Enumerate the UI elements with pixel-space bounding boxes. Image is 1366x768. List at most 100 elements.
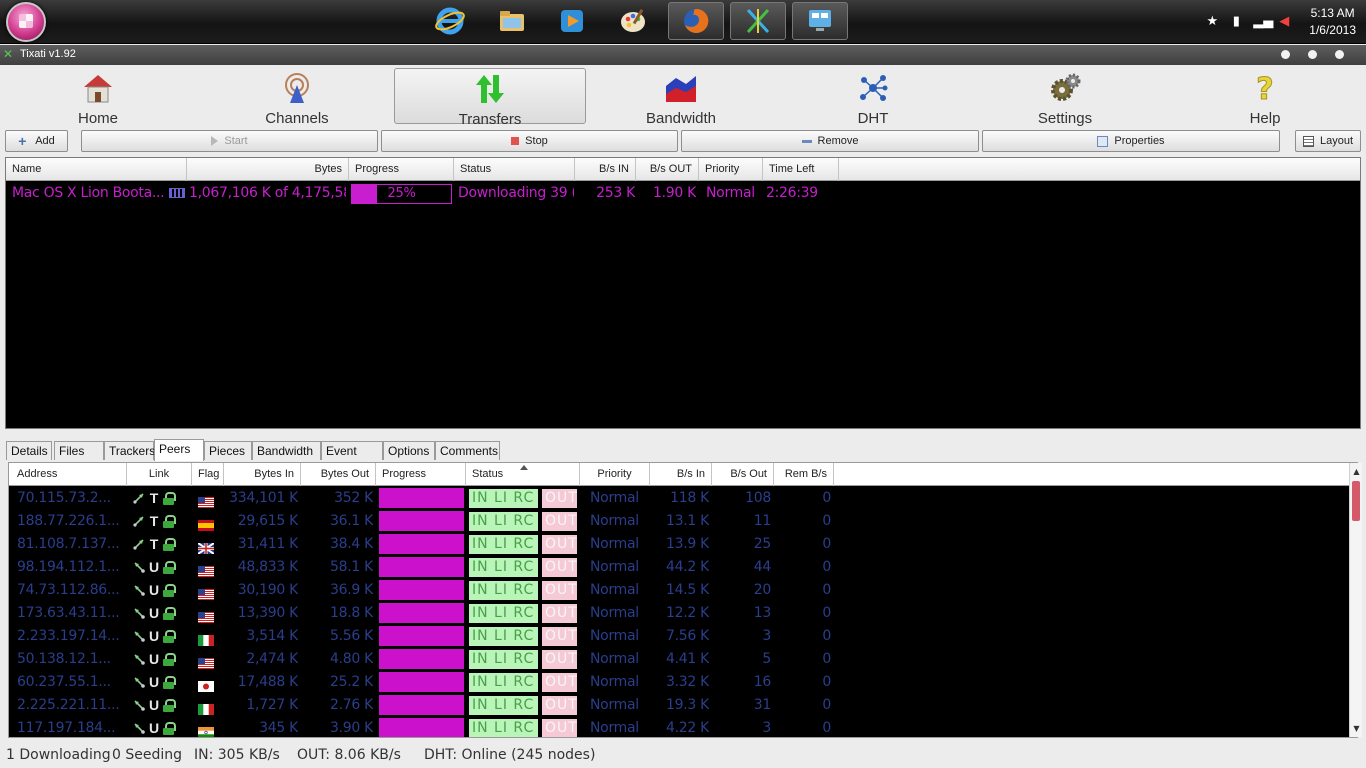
col-bytes[interactable]: Bytes <box>187 158 349 181</box>
peer-row[interactable]: 98.194.112.1... U 48,833 K 58.1 K IN LI … <box>9 556 1341 579</box>
col-progress[interactable]: Progress <box>376 463 466 486</box>
close-button[interactable] <box>1335 50 1344 59</box>
tab-details[interactable]: Details <box>6 441 52 460</box>
col-rem-bs[interactable]: Rem B/s <box>774 463 834 486</box>
scroll-thumb[interactable] <box>1352 481 1360 521</box>
media-player-taskbar-button[interactable] <box>544 2 600 40</box>
peer-progress-bar <box>379 603 464 623</box>
scroll-up-icon[interactable]: ▲ <box>1352 467 1361 476</box>
internet-explorer-taskbar-button[interactable] <box>422 2 478 40</box>
peer-row[interactable]: 188.77.226.1... T 29,615 K 36.1 K IN LI … <box>9 510 1341 533</box>
tixati-taskbar-button[interactable] <box>730 2 786 40</box>
peer-connection-type: U <box>149 697 160 713</box>
star-icon[interactable]: ★ <box>1205 15 1219 29</box>
peer-connection-type: U <box>149 582 160 598</box>
transfers-list[interactable]: Name Bytes Progress Status B/s IN B/s OU… <box>5 157 1361 429</box>
stop-button[interactable]: Stop <box>381 130 678 152</box>
incoming-link-icon <box>134 631 145 642</box>
transfer-bytes: 1,067,106 K of 4,175,58 <box>189 185 346 201</box>
encrypted-lock-icon <box>163 583 176 597</box>
peer-row[interactable]: 117.197.184... U 345 K 3.90 K IN LI RC O… <box>9 717 1341 737</box>
add-button[interactable]: + Add <box>5 130 68 152</box>
incoming-link-icon <box>134 608 145 619</box>
peer-rem-bs: 0 <box>822 628 831 644</box>
remove-button[interactable]: Remove <box>681 130 979 152</box>
col-bs-out[interactable]: B/s Out <box>712 463 774 486</box>
col-bs-in[interactable]: B/s IN <box>575 158 636 181</box>
peer-link: U <box>133 674 183 690</box>
peer-bs-out: 31 <box>753 697 771 713</box>
paint-taskbar-button[interactable] <box>606 2 662 40</box>
tab-files[interactable]: Files <box>54 441 104 460</box>
col-bytes-out[interactable]: Bytes Out <box>301 463 376 486</box>
firefox-taskbar-button[interactable] <box>668 2 724 40</box>
tab-pieces[interactable]: Pieces <box>204 441 252 460</box>
peer-row[interactable]: 2.233.197.14... U 3,514 K 5.56 K IN LI R… <box>9 625 1341 648</box>
peer-row[interactable]: 70.115.73.2... T 334,101 K 352 K IN LI R… <box>9 487 1341 510</box>
peer-status-out: OUT <box>542 696 577 715</box>
peer-connection-type: T <box>149 536 159 552</box>
tab-bandwidth[interactable]: Bandwidth <box>252 441 321 460</box>
toolbar-home[interactable]: Home <box>2 68 194 127</box>
col-priority[interactable]: Priority <box>699 158 763 181</box>
properties-button[interactable]: Properties <box>982 130 1280 152</box>
col-bs-out[interactable]: B/s OUT <box>636 158 699 181</box>
device-icon[interactable]: ▮ <box>1229 15 1243 29</box>
peers-scrollbar[interactable]: ▲ ▼ <box>1349 463 1362 737</box>
peer-row[interactable]: 50.138.12.1... U 2,474 K 4.80 K IN LI RC… <box>9 648 1341 671</box>
toolbar-bandwidth[interactable]: Bandwidth <box>585 68 777 127</box>
peer-row[interactable]: 173.63.43.11... U 13,390 K 18.8 K IN LI … <box>9 602 1341 625</box>
peer-row[interactable]: 60.237.55.1... U 17,488 K 25.2 K IN LI R… <box>9 671 1341 694</box>
windows-explorer-taskbar-button[interactable] <box>484 2 540 40</box>
peer-address: 173.63.43.11... <box>17 605 120 621</box>
col-progress[interactable]: Progress <box>349 158 454 181</box>
peer-priority: Normal <box>590 582 639 598</box>
tab-trackers[interactable]: Trackers <box>104 441 155 460</box>
col-priority[interactable]: Priority <box>580 463 650 486</box>
tab-event-log[interactable]: Event Log <box>321 441 383 476</box>
control-panel-taskbar-button[interactable] <box>792 2 848 40</box>
col-address[interactable]: Address <box>9 463 127 486</box>
col-time-left[interactable]: Time Left <box>763 158 839 181</box>
start-button[interactable] <box>6 2 46 42</box>
peer-address: 70.115.73.2... <box>17 490 111 506</box>
peer-row[interactable]: 81.108.7.137... T 31,411 K 38.4 K IN LI … <box>9 533 1341 556</box>
volume-muted-icon[interactable]: ◀ <box>1277 15 1291 29</box>
peer-bytes-in: 345 K <box>259 720 298 736</box>
window-title-bar[interactable]: ✕ Tixati v1.92 <box>0 45 1366 65</box>
peer-status-out: OUT <box>542 535 577 554</box>
peer-row[interactable]: 74.73.112.86... U 30,190 K 36.9 K IN LI … <box>9 579 1341 602</box>
outgoing-link-icon <box>133 539 144 550</box>
minimize-button[interactable] <box>1281 50 1290 59</box>
tab-comments[interactable]: Comments <box>435 441 500 460</box>
tab-options[interactable]: Options <box>383 441 435 460</box>
col-bytes-in[interactable]: Bytes In <box>224 463 301 486</box>
col-bs-in[interactable]: B/s In <box>650 463 712 486</box>
col-status[interactable]: Status <box>454 158 575 181</box>
signal-icon[interactable]: ▂▄ <box>1253 15 1273 29</box>
toolbar-settings[interactable]: Settings <box>969 68 1161 127</box>
peers-list[interactable]: Address Link Flag Bytes In Bytes Out Pro… <box>8 462 1358 738</box>
play-icon <box>211 136 219 146</box>
toolbar-help[interactable]: ? Help <box>1169 68 1361 128</box>
col-name[interactable]: Name <box>6 158 187 181</box>
tab-peers[interactable]: Peers <box>154 439 204 461</box>
toolbar-channels[interactable]: Channels <box>201 68 393 127</box>
stop-icon <box>511 137 520 145</box>
scroll-down-icon[interactable]: ▼ <box>1352 724 1361 733</box>
peer-rem-bs: 0 <box>822 651 831 667</box>
start-button[interactable]: Start <box>81 130 378 152</box>
toolbar-transfers[interactable]: Transfers <box>394 68 586 128</box>
layout-button[interactable]: Layout <box>1295 130 1361 152</box>
col-link[interactable]: Link <box>127 463 192 486</box>
col-flag[interactable]: Flag <box>192 463 224 486</box>
maximize-button[interactable] <box>1308 50 1317 59</box>
toolbar-dht[interactable]: DHT <box>777 68 969 127</box>
peer-row[interactable]: 2.225.221.11... U 1,727 K 2.76 K IN LI R… <box>9 694 1341 717</box>
clock[interactable]: 5:13 AM 1/6/2013 <box>1309 5 1356 39</box>
transfer-bs-out: 1.90 K <box>652 185 696 201</box>
start-button-label: Start <box>224 135 248 147</box>
peer-priority: Normal <box>590 536 639 552</box>
peer-rows: 70.115.73.2... T 334,101 K 352 K IN LI R… <box>9 487 1341 737</box>
transfer-row[interactable]: Mac OS X Lion Boota... 1,067,106 K of 4,… <box>6 182 1360 204</box>
